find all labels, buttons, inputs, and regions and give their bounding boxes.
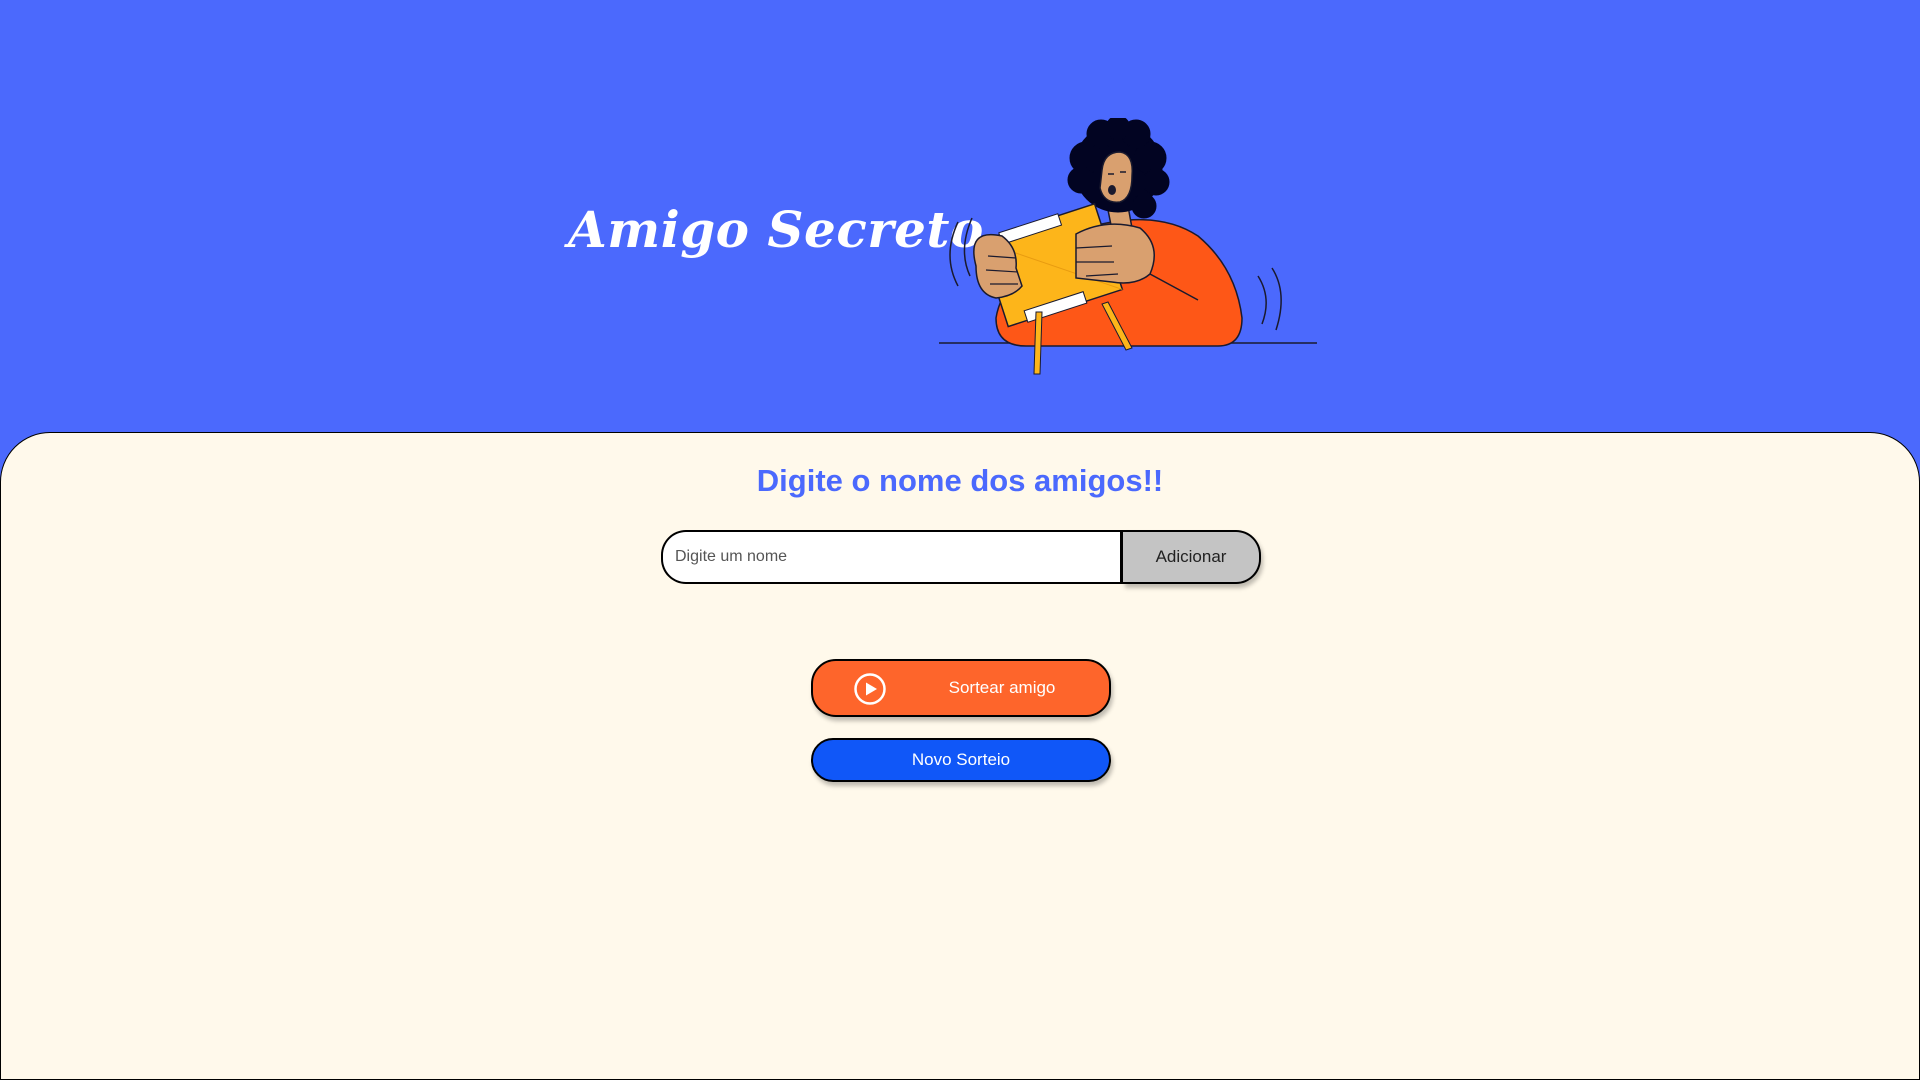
section-heading: Digite o nome dos amigos!! xyxy=(756,463,1164,498)
draw-friend-button-label: Sortear amigo xyxy=(948,678,1056,697)
add-friend-form: Adicionar xyxy=(661,530,1261,584)
page: Amigo Secreto Digite o nome dos amigos!!… xyxy=(0,0,1920,1080)
header-banner: Amigo Secreto xyxy=(0,0,1920,432)
play-circle-icon xyxy=(854,673,886,705)
add-button[interactable]: Adicionar xyxy=(1123,530,1261,584)
person-opening-gift-box-illustration xyxy=(939,118,1317,375)
new-draw-button[interactable]: Novo Sorteio xyxy=(811,738,1111,782)
main-panel: Digite o nome dos amigos!! Adicionar Sor… xyxy=(0,432,1920,1080)
draw-friend-button[interactable]: Sortear amigo xyxy=(811,659,1111,717)
page-title: Amigo Secreto xyxy=(568,200,984,259)
name-input[interactable] xyxy=(661,530,1123,584)
